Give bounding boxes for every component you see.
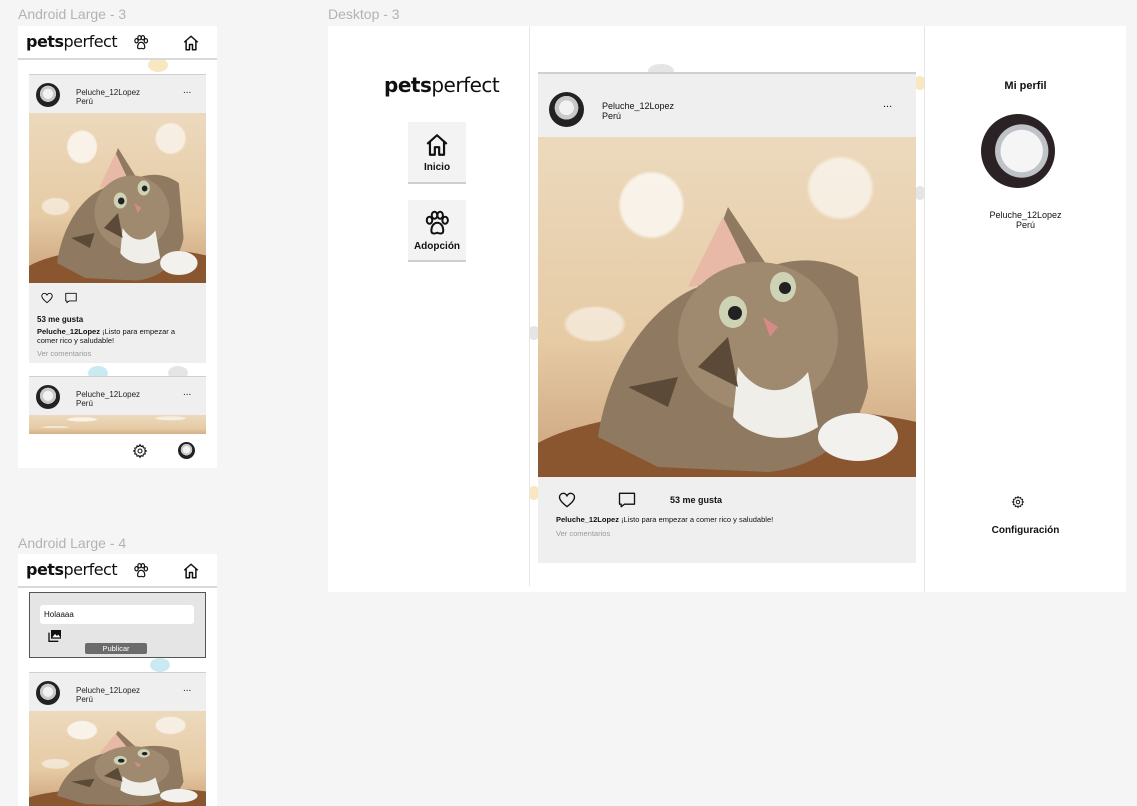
post-username[interactable]: Peluche_12Lopez [602,101,674,111]
post-composer: Holaaaa Publicar [29,592,206,658]
top-bar: petsperfect [18,554,217,588]
post-location: Perú [76,97,93,106]
bottom-bar [18,434,217,468]
caption-username[interactable]: Peluche_12Lopez [37,327,100,336]
post-card: Peluche_12Lopez Perú ... 53 me gusta Pel… [29,74,206,363]
frame-label-desktop-3: Desktop - 3 [328,6,400,22]
nav-home-label: Inicio [423,161,451,173]
comment-icon[interactable] [617,490,637,510]
brand-logo[interactable]: petsperfect [26,32,118,51]
nav-adoption-button[interactable]: Adopción [408,200,466,262]
top-bar: petsperfect [18,26,217,60]
post-user: Peluche_12Lopez Perú [76,686,140,704]
post-user: Peluche_12Lopez Perú [76,88,140,106]
caption-username[interactable]: Peluche_12Lopez [556,515,619,524]
avatar[interactable] [549,92,584,127]
profile-title: Mi perfil [1004,80,1047,92]
profile-user: Peluche_12Lopez Perú [925,210,1126,230]
composer-input[interactable]: Holaaaa [40,605,194,624]
post-photo [29,113,206,283]
gear-icon[interactable] [1011,495,1025,509]
profile-avatar[interactable] [981,114,1055,188]
more-options-button[interactable]: ... [183,387,191,398]
frame-label-android-3: Android Large - 3 [18,6,127,22]
post-card: Peluche_12Lopez Perú ... [29,672,206,806]
paw-icon[interactable] [132,562,150,580]
post-caption: Peluche_12Lopez ¡Listo para empezar a co… [37,327,197,345]
left-sidebar: petsperfect Inicio Adopción [328,26,530,586]
publish-button[interactable]: Publicar [85,643,147,654]
home-icon[interactable] [182,562,200,580]
like-count: 53 me gusta [670,495,723,505]
avatar[interactable] [36,83,60,107]
like-count: 53 me gusta [37,315,84,324]
post-username[interactable]: Peluche_12Lopez [76,88,140,97]
avatar[interactable] [36,385,60,409]
frame-label-android-4: Android Large - 4 [18,535,127,551]
cat-image [538,137,916,477]
desktop-3-frame: petsperfect Inicio Adopción Peluche_12Lo… [328,26,1126,592]
paw-icon[interactable] [132,34,150,52]
post-card: Peluche_12Lopez Perú ... [29,376,206,437]
gallery-icon[interactable] [46,628,64,644]
brand-logo[interactable]: petsperfect [384,73,500,97]
comment-icon[interactable] [64,291,78,305]
home-icon [424,132,450,158]
settings-link[interactable]: Configuración [925,525,1126,536]
home-icon[interactable] [182,34,200,52]
heart-icon[interactable] [556,490,578,510]
heart-icon[interactable] [40,291,54,305]
avatar[interactable] [36,681,60,705]
android-large-4-frame: petsperfect Holaaaa Publicar Peluche_12L… [18,554,217,806]
more-options-button[interactable]: ... [883,98,892,110]
profile-username: Peluche_12Lopez [989,210,1062,220]
post-user: Peluche_12Lopez Perú [602,101,674,121]
post-location: Perú [76,399,93,408]
more-options-button[interactable]: ... [183,85,191,96]
paw-icon [422,209,452,239]
android-large-3-frame: petsperfect Peluche_12Lopez Perú ... 53 … [18,26,217,468]
cat-image [29,711,206,806]
nav-home-button[interactable]: Inicio [408,122,466,184]
paw-decoration [148,58,168,72]
cat-image [29,113,206,283]
post-user: Peluche_12Lopez Perú [76,390,140,408]
view-comments-link[interactable]: Ver comentarios [37,349,91,358]
post-username[interactable]: Peluche_12Lopez [76,686,140,695]
view-comments-link[interactable]: Ver comentarios [556,529,610,538]
post-card: Peluche_12Lopez Perú ... 53 me gusta Pel… [538,72,916,563]
paw-decoration [150,658,170,672]
post-location: Perú [76,695,93,704]
post-photo [29,711,206,806]
nav-adoption-label: Adopción [413,240,461,252]
post-username[interactable]: Peluche_12Lopez [76,390,140,399]
gear-icon[interactable] [132,443,148,459]
caption-text: ¡Listo para empezar a comer rico y salud… [621,515,774,524]
more-options-button[interactable]: ... [183,683,191,694]
post-location: Perú [602,111,622,121]
post-caption: Peluche_12Lopez ¡Listo para empezar a co… [556,515,773,524]
profile-avatar-button[interactable] [178,442,195,459]
post-photo [538,137,916,477]
profile-location: Perú [1015,220,1035,230]
profile-panel: Mi perfil Peluche_12Lopez Perú Configura… [924,26,1126,592]
brand-logo[interactable]: petsperfect [26,560,118,579]
